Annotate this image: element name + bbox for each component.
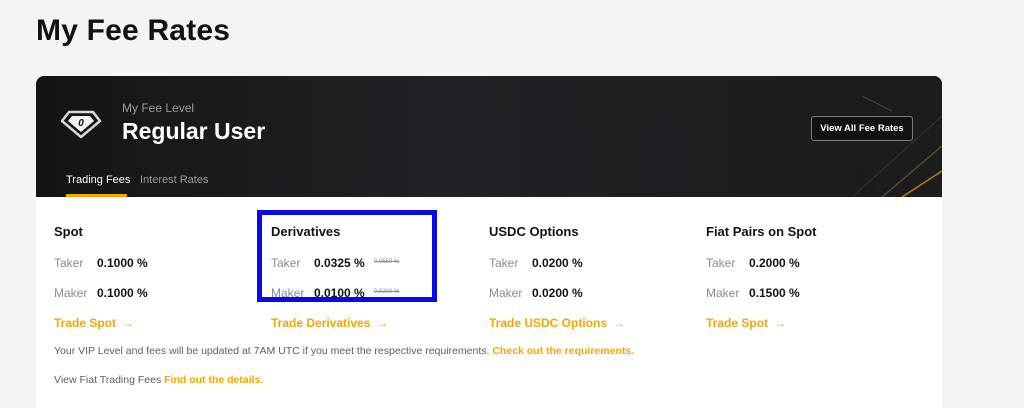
tab-interest-rates[interactable]: Interest Rates — [140, 174, 208, 186]
arrow-right-icon: → — [122, 316, 135, 330]
fee-level-name: Regular User — [122, 118, 266, 144]
arrow-right-icon: → — [613, 316, 626, 330]
trade-link-label: Trade USDC Options — [489, 316, 608, 330]
fee-card: 0 My Fee Level Regular User View All Fee… — [36, 76, 942, 408]
tab-trading-fees[interactable]: Trading Fees — [66, 174, 130, 186]
check-requirements-link[interactable]: Check out the requirements. — [492, 345, 634, 357]
trade-link-label: Trade Spot — [706, 316, 769, 330]
active-tab-indicator — [66, 194, 127, 197]
taker-label: Taker — [706, 256, 736, 270]
taker-label: Taker — [54, 256, 84, 270]
trade-derivatives-link[interactable]: Trade Derivatives → — [271, 316, 388, 330]
vip-update-note: Your VIP Level and fees will be updated … — [54, 345, 634, 357]
fiat-note-text: View Fiat Trading Fees — [54, 374, 162, 386]
fiat-fees-note: View Fiat Trading Fees Find out the deta… — [54, 374, 263, 386]
level-badge-number: 0 — [78, 118, 84, 129]
find-details-link[interactable]: Find out the details. — [164, 374, 263, 386]
trade-link-label: Trade Derivatives — [271, 316, 371, 330]
trade-fiat-spot-link[interactable]: Trade Spot → — [706, 316, 786, 330]
trade-usdc-options-link[interactable]: Trade USDC Options → — [489, 316, 625, 330]
taker-fee-value: 0.0200 % — [532, 256, 583, 270]
maker-fee-value: 0.1000 % — [97, 286, 148, 300]
diamond-level-icon: 0 — [60, 110, 102, 139]
maker-fee-value: 0.1500 % — [749, 286, 800, 300]
trade-spot-link[interactable]: Trade Spot → — [54, 316, 134, 330]
vip-note-text: Your VIP Level and fees will be updated … — [54, 345, 490, 357]
taker-fee-value: 0.2000 % — [749, 256, 800, 270]
arrow-right-icon: → — [774, 316, 787, 330]
arrow-right-icon: → — [376, 316, 389, 330]
maker-label: Maker — [706, 286, 740, 300]
trade-link-label: Trade Spot — [54, 316, 117, 330]
taker-label: Taker — [489, 256, 519, 270]
taker-fee-value: 0.1000 % — [97, 256, 148, 270]
fee-column-title: Spot — [54, 224, 83, 239]
page-title: My Fee Rates — [36, 14, 231, 47]
fee-column-title: Fiat Pairs on Spot — [706, 224, 817, 239]
view-all-fee-rates-button[interactable]: View All Fee Rates — [811, 116, 913, 141]
derivatives-highlight-box — [257, 210, 437, 302]
maker-fee-value: 0.0200 % — [532, 286, 583, 300]
fee-column-title: USDC Options — [489, 224, 579, 239]
fee-level-caption: My Fee Level — [122, 101, 195, 115]
maker-label: Maker — [54, 286, 88, 300]
fee-level-banner: 0 My Fee Level Regular User View All Fee… — [36, 76, 942, 197]
maker-label: Maker — [489, 286, 523, 300]
